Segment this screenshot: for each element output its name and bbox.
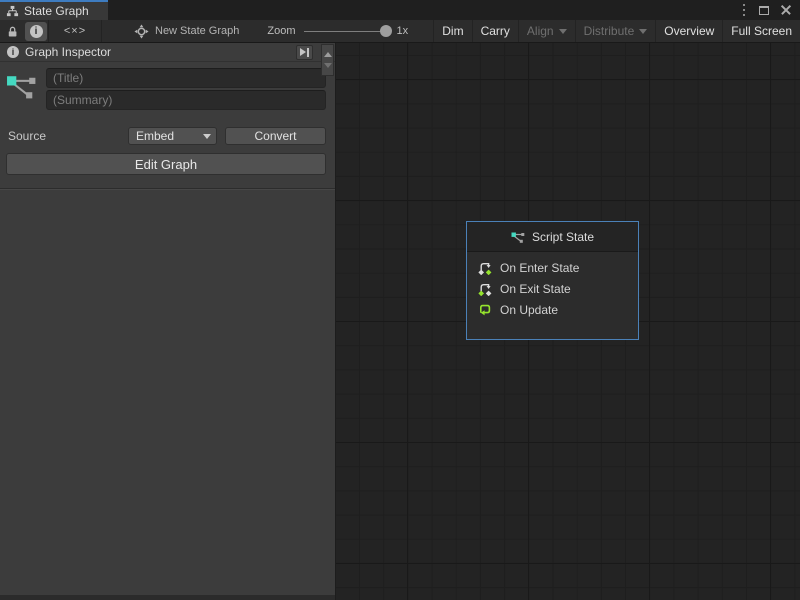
overview-button[interactable]: Overview xyxy=(655,20,722,42)
toolbar-separator xyxy=(101,20,102,42)
graph-inspector-panel: i Graph Inspector xyxy=(0,43,335,600)
node-event-label: On Update xyxy=(500,303,558,317)
align-button[interactable]: Align xyxy=(518,20,575,42)
dim-label: Dim xyxy=(442,24,463,38)
lock-button[interactable] xyxy=(0,20,24,43)
chevron-down-icon xyxy=(559,29,567,34)
scroll-down-icon[interactable] xyxy=(324,63,332,68)
toolbar-right-group: Dim Carry Align Distribute Overview Full… xyxy=(433,20,800,42)
graph-breadcrumb[interactable]: New State Graph xyxy=(134,24,239,39)
overview-label: Overview xyxy=(664,24,714,38)
update-icon xyxy=(478,303,492,317)
distribute-label: Distribute xyxy=(584,24,635,38)
zoom-control: Zoom 1x xyxy=(267,25,408,37)
inspector-empty-area xyxy=(0,189,335,595)
carry-label: Carry xyxy=(481,24,510,38)
convert-label: Convert xyxy=(254,129,296,143)
zoom-label: Zoom xyxy=(267,25,295,37)
move-icon xyxy=(134,24,149,39)
node-event-on-exit-state[interactable]: On Exit State xyxy=(478,281,627,296)
graph-toolbar: i <×> New State Graph Zoom 1x xyxy=(0,20,800,43)
inspector-title: Graph Inspector xyxy=(25,45,111,59)
title-field[interactable] xyxy=(46,68,326,88)
tab-state-graph[interactable]: State Graph xyxy=(0,0,108,20)
close-icon[interactable] xyxy=(781,5,791,15)
node-event-on-enter-state[interactable]: On Enter State xyxy=(478,260,627,275)
exit-state-icon xyxy=(478,282,492,296)
editor-window: State Graph i <×> xyxy=(0,0,800,600)
source-dropdown-value: Embed xyxy=(136,129,174,143)
convert-button[interactable]: Convert xyxy=(225,127,326,145)
state-graph-icon xyxy=(6,68,39,103)
tab-label: State Graph xyxy=(24,4,89,18)
distribute-button[interactable]: Distribute xyxy=(575,20,656,42)
chevron-down-icon xyxy=(639,29,647,34)
graph-inspector-header: i Graph Inspector xyxy=(0,43,335,62)
code-icon: <×> xyxy=(64,25,86,37)
main-area: i Graph Inspector xyxy=(0,43,800,600)
inspector-body: Source Embed Convert Edit Graph xyxy=(0,62,335,189)
dock-bar-icon xyxy=(307,48,309,57)
full-screen-button[interactable]: Full Screen xyxy=(722,20,800,42)
node-title: Script State xyxy=(532,230,594,244)
node-event-label: On Enter State xyxy=(500,261,579,275)
source-dropdown[interactable]: Embed xyxy=(128,127,217,145)
dim-button[interactable]: Dim xyxy=(433,20,471,42)
info-icon: i xyxy=(7,46,19,58)
title-bar: State Graph xyxy=(0,0,800,20)
edit-graph-button[interactable]: Edit Graph xyxy=(6,153,326,175)
carry-button[interactable]: Carry xyxy=(472,20,518,42)
graph-title-block xyxy=(6,68,326,110)
inspector-toggle-button[interactable]: i xyxy=(25,22,47,41)
edit-graph-label: Edit Graph xyxy=(135,157,197,172)
node-header[interactable]: Script State xyxy=(467,222,638,252)
summary-field[interactable] xyxy=(46,90,326,110)
code-view-button[interactable]: <×> xyxy=(49,20,101,43)
kebab-menu-icon[interactable] xyxy=(743,9,745,11)
graph-name-label: New State Graph xyxy=(155,25,239,37)
source-label: Source xyxy=(6,129,128,143)
info-icon: i xyxy=(30,25,43,38)
graph-tree-icon xyxy=(6,5,19,18)
scroll-up-icon[interactable] xyxy=(324,52,332,57)
dock-arrow-icon xyxy=(300,48,306,56)
zoom-slider-handle[interactable] xyxy=(380,25,392,37)
lock-icon xyxy=(6,25,19,38)
panel-scroll-strip xyxy=(321,44,334,76)
full-screen-label: Full Screen xyxy=(731,24,792,38)
zoom-value: 1x xyxy=(397,25,409,37)
node-body: On Enter State On Exit State xyxy=(467,252,638,339)
enter-state-icon xyxy=(478,261,492,275)
node-event-on-update[interactable]: On Update xyxy=(478,302,627,317)
state-graph-icon xyxy=(511,230,525,244)
chevron-down-icon xyxy=(203,134,211,139)
source-row: Source Embed Convert xyxy=(6,127,326,145)
node-event-label: On Exit State xyxy=(500,282,571,296)
script-state-node[interactable]: Script State On Enter State xyxy=(466,221,639,340)
maximize-icon[interactable] xyxy=(759,6,769,15)
window-controls xyxy=(741,0,800,20)
align-label: Align xyxy=(527,24,554,38)
dock-panel-button[interactable] xyxy=(296,45,313,60)
graph-meta-fields xyxy=(46,68,326,110)
zoom-slider[interactable] xyxy=(304,31,389,32)
graph-canvas[interactable]: Script State On Enter State xyxy=(335,43,800,600)
